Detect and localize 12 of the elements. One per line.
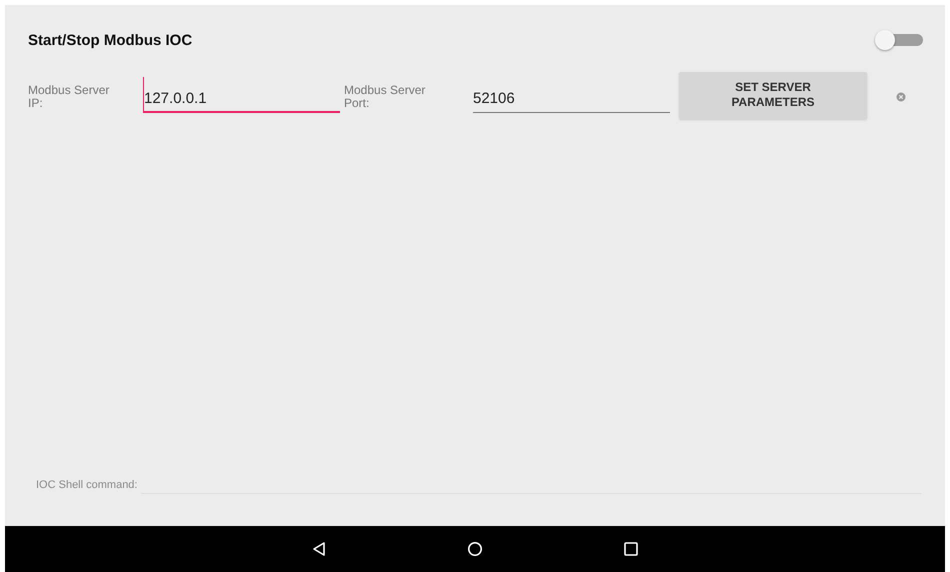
field-label: IOC Shell command: [36, 479, 138, 493]
field-label: Modbus Server IP: [28, 82, 110, 110]
clear-icon [896, 92, 906, 102]
home-icon[interactable] [467, 541, 483, 557]
toggle-switch[interactable] [875, 30, 923, 50]
field-label: Modbus Server Port: [344, 82, 426, 110]
section-title: Start/Stop Modbus IOC [28, 32, 192, 48]
input-field[interactable]: 127.0.0.1 [143, 77, 340, 113]
recents-icon[interactable] [623, 541, 639, 557]
input-field[interactable]: 52106 [473, 77, 670, 113]
back-icon[interactable] [311, 541, 327, 557]
set-parameters-button[interactable]: SET SERVER PARAMETERS [679, 72, 867, 118]
